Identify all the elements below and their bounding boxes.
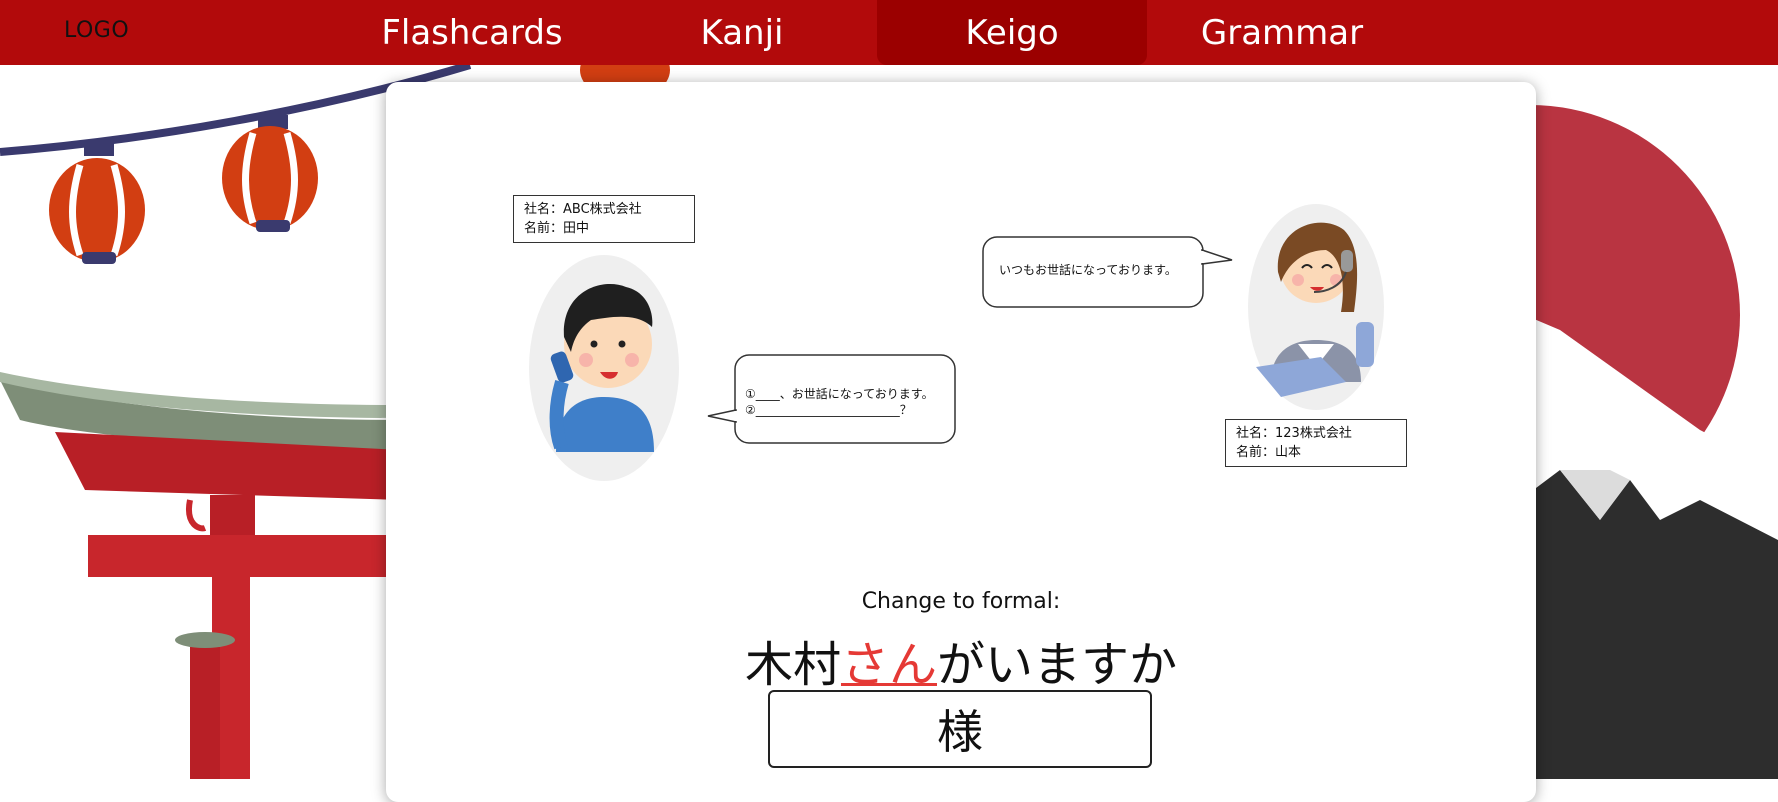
receiver-speech-text: いつもお世話になっております。	[999, 263, 1177, 277]
sentence-before: 木村	[744, 637, 841, 693]
quiz-prompt: Change to formal:	[861, 589, 1061, 614]
phone-call-scene: 社名：ABC株式会社 名前：田中 社名：123株式会社 名前：山本 いつもお世話…	[386, 82, 1536, 502]
quiz-sentence: 木村さんがいますか	[386, 625, 1536, 695]
nav-item-kanji[interactable]: Kanji	[607, 0, 877, 65]
caller-speech-line-1: ①____、お世話になっております。	[745, 387, 934, 401]
scene-graphics	[529, 204, 1384, 481]
sentence-after: がいますか	[937, 637, 1178, 693]
keigo-quiz-card: 社名：ABC株式会社 名前：田中 社名：123株式会社 名前：山本 いつもお世話…	[386, 82, 1536, 802]
sentence-highlight: さん	[840, 637, 937, 693]
nav-item-flashcards[interactable]: Flashcards	[337, 0, 607, 65]
receiver-avatar	[1248, 204, 1384, 410]
caller-avatar	[529, 255, 679, 481]
nav-item-grammar[interactable]: Grammar	[1147, 0, 1417, 65]
nav-item-keigo[interactable]: Keigo	[877, 0, 1147, 65]
caller-speech-line-2: ②________________________？	[745, 403, 912, 417]
logo[interactable]: LOGO	[64, 18, 129, 43]
top-nav-bar: LOGO Flashcards Kanji Keigo Grammar	[0, 0, 1778, 65]
torii-gate-illustration	[0, 372, 408, 779]
answer-input[interactable]: 様	[768, 690, 1152, 768]
